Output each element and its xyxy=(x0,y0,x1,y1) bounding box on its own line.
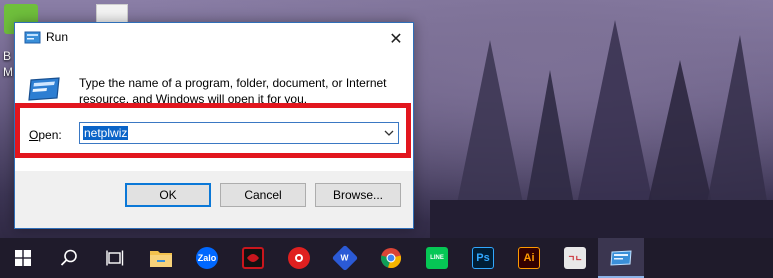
folder-icon xyxy=(150,251,172,267)
taskbar-keyboard-app[interactable]: ㄱㄴ xyxy=(552,238,598,278)
title-bar[interactable]: Run ✕ xyxy=(15,23,413,53)
chevron-down-icon[interactable] xyxy=(383,127,395,139)
taskbar-zalo[interactable]: Zalo xyxy=(184,238,230,278)
run-icon xyxy=(610,250,632,266)
illustrator-icon: Ai xyxy=(518,247,540,269)
taskbar-illustrator[interactable]: Ai xyxy=(506,238,552,278)
dialog-body: Type the name of a program, folder, docu… xyxy=(15,53,413,171)
taskbar-photoshop[interactable]: Ps xyxy=(460,238,506,278)
run-program-icon xyxy=(28,77,60,101)
start-button[interactable] xyxy=(0,238,46,278)
taskbar-line[interactable]: LINE xyxy=(414,238,460,278)
run-dialog: Run ✕ Type the name of a program, folder… xyxy=(14,22,414,229)
taskbar-recorder[interactable] xyxy=(276,238,322,278)
taskbar-wps[interactable]: W xyxy=(322,238,368,278)
dialog-description: Type the name of a program, folder, docu… xyxy=(79,76,387,106)
zalo-icon: Zalo xyxy=(196,247,218,269)
open-input-value[interactable]: netplwiz xyxy=(83,126,129,140)
photoshop-icon: Ps xyxy=(472,247,494,269)
taskbar: Zalo W LINE Ps Ai ㄱㄴ xyxy=(0,238,773,278)
taskbar-run[interactable] xyxy=(598,238,644,278)
desktop-icon-caption: BM xyxy=(3,49,13,79)
chrome-icon xyxy=(380,248,402,268)
taskbar-chrome[interactable] xyxy=(368,238,414,278)
open-combobox[interactable]: netplwiz xyxy=(79,122,399,144)
garena-icon xyxy=(242,247,264,269)
open-label: Open: xyxy=(29,128,62,142)
taskbar-file-explorer[interactable] xyxy=(138,238,184,278)
cancel-button[interactable]: Cancel xyxy=(220,183,306,207)
close-icon: ✕ xyxy=(389,28,403,48)
search-icon xyxy=(60,249,77,266)
search-button[interactable] xyxy=(46,238,92,278)
task-view-icon xyxy=(106,250,124,266)
wps-icon: W xyxy=(331,244,359,272)
record-icon xyxy=(288,247,310,269)
line-icon: LINE xyxy=(426,247,448,269)
task-view-button[interactable] xyxy=(92,238,138,278)
run-icon xyxy=(24,31,41,44)
keyboard-icon: ㄱㄴ xyxy=(564,247,586,269)
tree-silhouette xyxy=(430,0,773,238)
close-button[interactable]: ✕ xyxy=(379,23,413,53)
browse-button[interactable]: Browse... xyxy=(315,183,401,207)
ok-button[interactable]: OK xyxy=(125,183,211,207)
windows-logo-icon xyxy=(15,250,31,266)
taskbar-garena[interactable] xyxy=(230,238,276,278)
dialog-title: Run xyxy=(46,30,69,44)
